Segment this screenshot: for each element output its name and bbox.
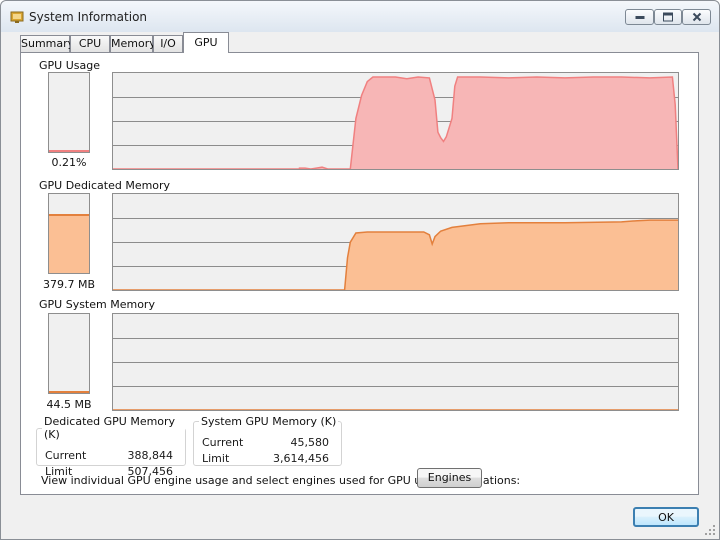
dedicated-graph-area [113,220,678,290]
gpu_usage-graph-svg [113,76,678,169]
minimize-icon [635,16,644,19]
tab-cpu[interactable]: CPU [70,35,110,52]
gpu-dedicated-memory-meter [48,193,90,274]
gpu-system-memory-meter [48,313,90,394]
maximize-icon [663,12,673,22]
gpu-tab-panel: GPU Usage 0.21% GPU Dedicated Memory 379… [20,52,699,495]
dedicated-graph-svg [113,218,678,290]
ok-button[interactable]: OK [633,507,699,527]
gpu-usage-label: GPU Usage [39,59,100,72]
gpu-system-memory-graph [112,313,679,411]
gpu-system-memory-value: 44.5 MB [46,398,92,411]
gpu-system-memory-label: GPU System Memory [39,298,155,311]
dedicated-gpu-memory-group: Dedicated GPU Memory (K) Current 388,844… [36,415,186,478]
maximize-button[interactable] [654,9,682,25]
dedicated-current-row: Current 388,844 [37,449,185,465]
system-graph-svg [113,338,678,410]
gpu-dedicated-memory-value: 379.7 MB [42,278,96,291]
tab-io[interactable]: I/O [153,35,183,52]
system-limit-row: Limit 3,614,456 [194,452,341,468]
tab-memory[interactable]: Memory [110,35,156,52]
system-current-row: Current 45,580 [194,436,341,452]
system-information-icon [10,11,24,23]
system-limit-label: Limit [202,452,230,465]
system-current-value: 45,580 [290,436,330,449]
window-title: System Information [29,10,148,24]
close-icon [692,12,701,22]
system-information-window: System Information Summary CPU Memory I/… [0,0,720,540]
gpu-usage-meter [48,72,90,153]
gpu-usage-graph [112,72,679,170]
system-gpu-memory-title: System GPU Memory (K) [201,415,337,428]
dedicated-current-label: Current [45,449,87,462]
gpu-dedicated-memory-meter-fill [49,213,89,273]
close-button[interactable] [682,9,711,25]
dedicated-gpu-memory-title: Dedicated GPU Memory (K) [44,415,176,441]
system-limit-value: 3,614,456 [273,452,329,465]
gpu_usage-graph-area [113,77,678,169]
system-current-label: Current [202,436,244,449]
system-gpu-memory-group: System GPU Memory (K) Current 45,580 Lim… [193,415,342,466]
engines-button[interactable]: Engines [417,468,482,488]
minimize-button[interactable] [625,9,654,25]
gpu-system-memory-meter-fill [49,391,89,393]
title-bar[interactable]: System Information [1,1,719,32]
tab-gpu[interactable]: GPU [183,32,229,53]
dedicated-current-value: 388,844 [127,449,174,462]
tab-summary[interactable]: Summary [20,35,74,52]
gpu-usage-meter-fill [49,150,89,152]
gpu-dedicated-memory-label: GPU Dedicated Memory [39,179,171,192]
resize-grip-icon[interactable] [704,524,716,536]
gpu-usage-value: 0.21% [51,156,87,169]
gpu-dedicated-memory-graph [112,193,679,291]
